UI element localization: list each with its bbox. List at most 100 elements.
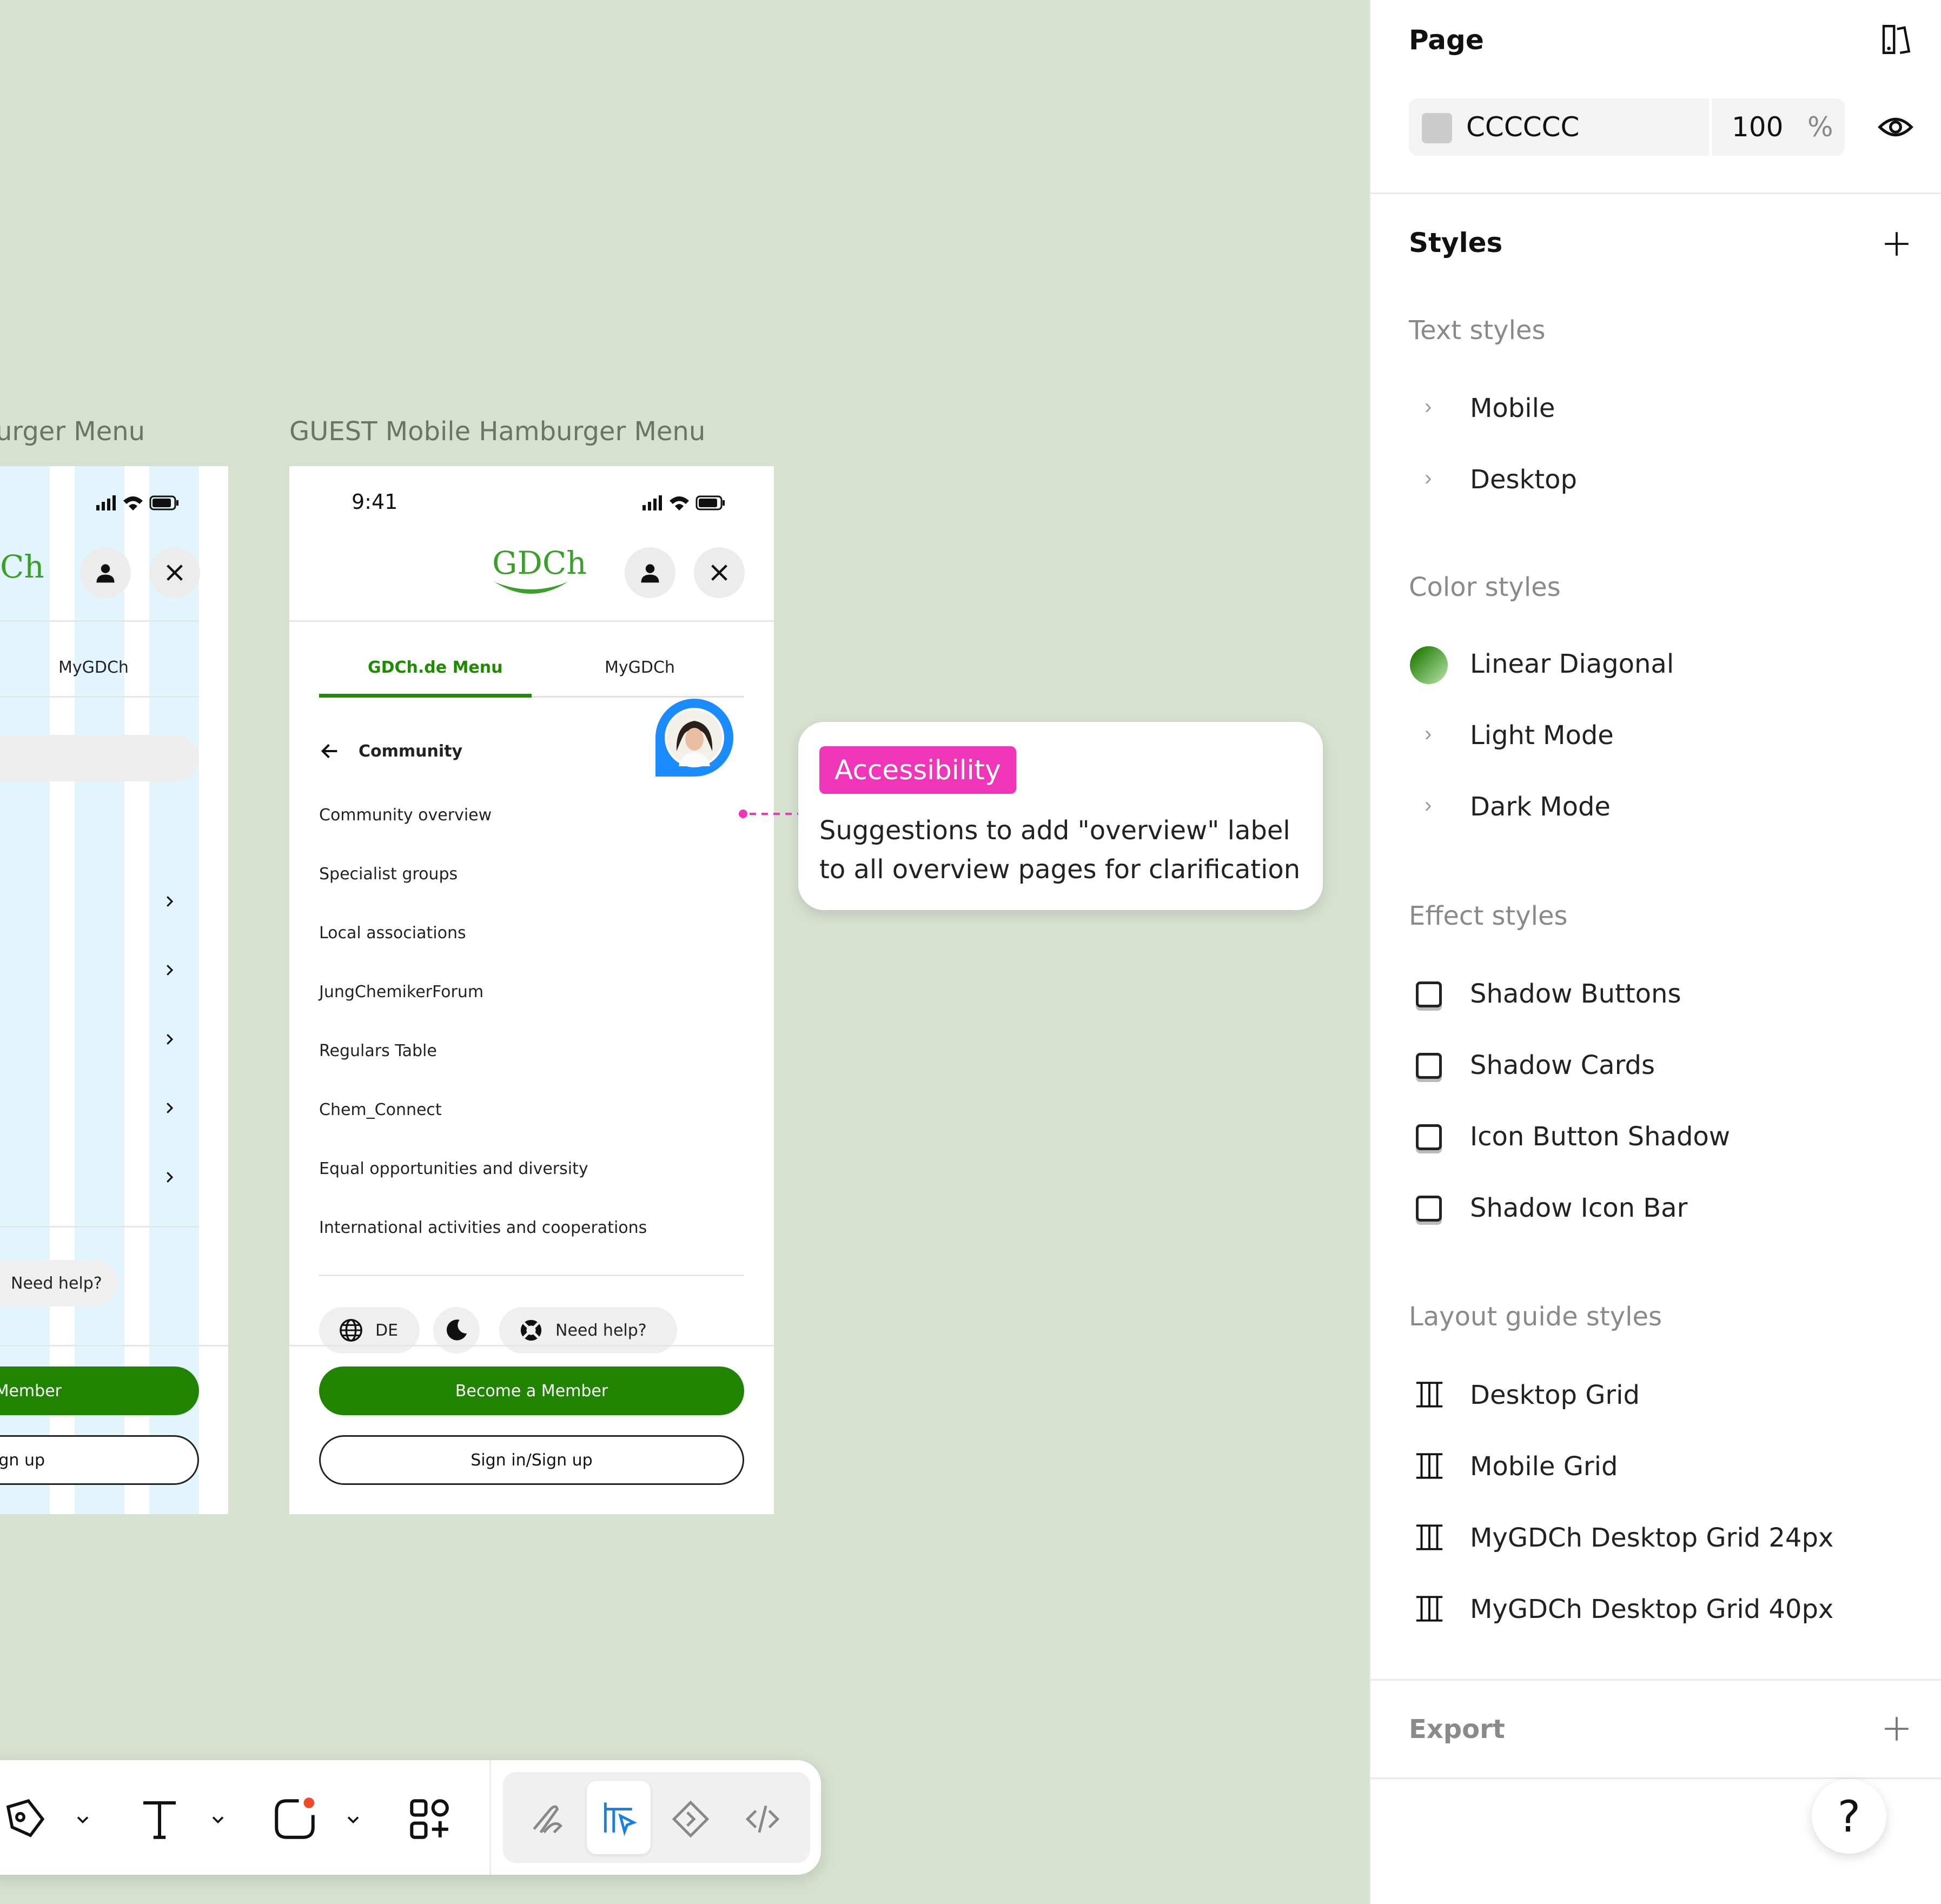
arrow-left-icon[interactable] [319,740,341,762]
left-help-chip[interactable]: Need help? [0,1260,118,1306]
eye-icon[interactable] [1877,108,1914,146]
tab-mygdch[interactable]: MyGDCh [605,658,675,677]
chevron-right-icon[interactable] [161,962,177,978]
bottom-toolbar [0,1760,821,1875]
menu-item-jungchemikerforum[interactable]: JungChemikerForum [319,983,483,1001]
language-chip[interactable]: DE [319,1307,420,1354]
menu-item-international-activities[interactable]: International activities and cooperation… [319,1218,647,1237]
layout-style-mygdch-40[interactable]: MyGDCh Desktop Grid 40px [1470,1594,1833,1624]
prototype-mode-icon[interactable] [671,1799,711,1839]
left-become-member-button[interactable]: Member [0,1366,199,1415]
logo-text: GDCh [492,545,587,581]
left-logo: Ch [0,548,44,585]
canvas[interactable]: urger Menu GUEST Mobile Hamburger Menu C… [0,0,1369,1904]
left-search-bar[interactable] [0,735,199,781]
accessibility-tag: Accessibility [819,746,1016,794]
collaborator-avatar[interactable] [655,699,733,777]
text-style-mobile[interactable]: Mobile [1470,393,1555,423]
main-frame-title[interactable]: GUEST Mobile Hamburger Menu [289,416,705,447]
active-tab-indicator [319,694,532,698]
left-sign-in-button[interactable]: ign up [0,1435,199,1485]
effect-style-shadow-buttons[interactable]: Shadow Buttons [1470,979,1681,1009]
layout-grid-icon [1416,1453,1443,1479]
dev-mode-icon[interactable] [743,1799,783,1839]
close-button[interactable] [694,547,745,598]
color-style-light-mode[interactable]: Light Mode [1470,720,1614,751]
left-phone-frame[interactable]: Ch MyGDCh Need help? Member ign up [0,466,228,1514]
components-icon[interactable] [406,1795,454,1843]
color-style-linear-diagonal[interactable]: Linear Diagonal [1470,649,1674,679]
menu-item-regulars-table[interactable]: Regulars Table [319,1041,437,1060]
tab-gdch-menu[interactable]: GDCh.de Menu [368,658,502,677]
chevron-down-icon[interactable] [208,1810,228,1829]
shape-tool-icon[interactable] [270,1795,319,1843]
left-frame-title[interactable]: urger Menu [0,416,145,447]
page-color-field[interactable]: CCCCCC [1409,98,1709,156]
back-community[interactable]: Community [359,742,462,761]
color-swatch[interactable] [1422,113,1452,143]
gdch-logo[interactable]: GDCh [492,545,587,601]
chevron-right-icon[interactable] [161,893,177,910]
plus-icon[interactable] [1881,228,1912,260]
menu-item-local-associations[interactable]: Local associations [319,924,466,943]
status-time: 9:41 [352,490,398,514]
text-style-desktop[interactable]: Desktop [1470,465,1577,495]
opacity-unit: % [1807,111,1833,143]
layout-grid-icon [1416,1382,1443,1408]
comment-connector [739,810,799,818]
layout-style-mygdch-24[interactable]: MyGDCh Desktop Grid 24px [1470,1523,1833,1553]
menu-item-equal-opportunities[interactable]: Equal opportunities and diversity [319,1159,588,1178]
main-phone-frame[interactable]: 9:41 GDCh GDCh.de Menu MyGDCh Community [289,466,774,1514]
user-button[interactable] [625,547,675,598]
help-button[interactable]: ? [1812,1779,1886,1854]
layout-style-desktop-grid[interactable]: Desktop Grid [1470,1380,1640,1410]
comment-text: Suggestions to add "overview" label to a… [819,815,1301,885]
chevron-right-icon[interactable]: › [1425,395,1432,419]
accessibility-comment-card[interactable]: Accessibility Suggestions to add "overvi… [798,722,1323,910]
draw-mode-icon[interactable] [527,1799,567,1839]
color-style-dark-mode[interactable]: Dark Mode [1470,792,1611,822]
chevron-right-icon[interactable] [161,1031,177,1047]
menu-item-specialist-groups[interactable]: Specialist groups [319,865,458,884]
globe-icon [340,1319,362,1342]
dark-mode-toggle[interactable] [433,1307,480,1354]
plus-icon[interactable] [1881,1713,1912,1744]
status-icons [642,495,725,510]
chevron-right-icon[interactable] [161,1169,177,1185]
design-mode-button[interactable] [587,1781,651,1854]
text-tool-icon[interactable] [135,1795,184,1843]
styles-section-title: Styles [1409,227,1503,258]
help-chip[interactable]: Need help? [499,1307,677,1354]
avatar-icon [665,708,724,767]
language-label: DE [375,1321,399,1340]
chevron-down-icon[interactable] [73,1810,92,1829]
left-close-button[interactable] [149,547,200,598]
chevron-right-icon[interactable]: › [1425,722,1432,746]
effect-style-shadow-cards[interactable]: Shadow Cards [1470,1050,1655,1080]
chevron-down-icon[interactable] [343,1810,363,1829]
close-icon [711,565,727,581]
color-styles-label: Color styles [1409,572,1561,602]
color-hex-value: CCCCCC [1466,111,1580,143]
menu-item-chem-connect[interactable]: Chem_Connect [319,1100,442,1119]
effect-style-shadow-icon-bar[interactable]: Shadow Icon Bar [1470,1193,1687,1223]
chevron-right-icon[interactable] [161,1100,177,1116]
text-styles-label: Text styles [1409,315,1546,346]
left-help-label: Need help? [11,1273,102,1293]
pen-tool-icon[interactable] [0,1795,49,1843]
menu-item-community-overview[interactable]: Community overview [319,806,492,825]
chevron-right-icon[interactable]: › [1425,466,1432,490]
library-icon[interactable] [1878,22,1913,57]
become-member-button[interactable]: Become a Member [319,1366,744,1415]
left-user-button[interactable] [80,547,131,598]
left-tab-mygdch[interactable]: MyGDCh [58,658,129,677]
sign-in-label: Sign in/Sign up [471,1450,593,1470]
status-icons [96,495,178,510]
effect-style-icon-button-shadow[interactable]: Icon Button Shadow [1470,1122,1730,1152]
logo-swoosh-icon [494,582,568,594]
page-opacity-field[interactable]: 100 % [1712,98,1845,156]
sign-in-button[interactable]: Sign in/Sign up [319,1435,744,1485]
close-icon [167,565,183,581]
chevron-right-icon[interactable]: › [1425,793,1432,818]
layout-style-mobile-grid[interactable]: Mobile Grid [1470,1451,1618,1482]
